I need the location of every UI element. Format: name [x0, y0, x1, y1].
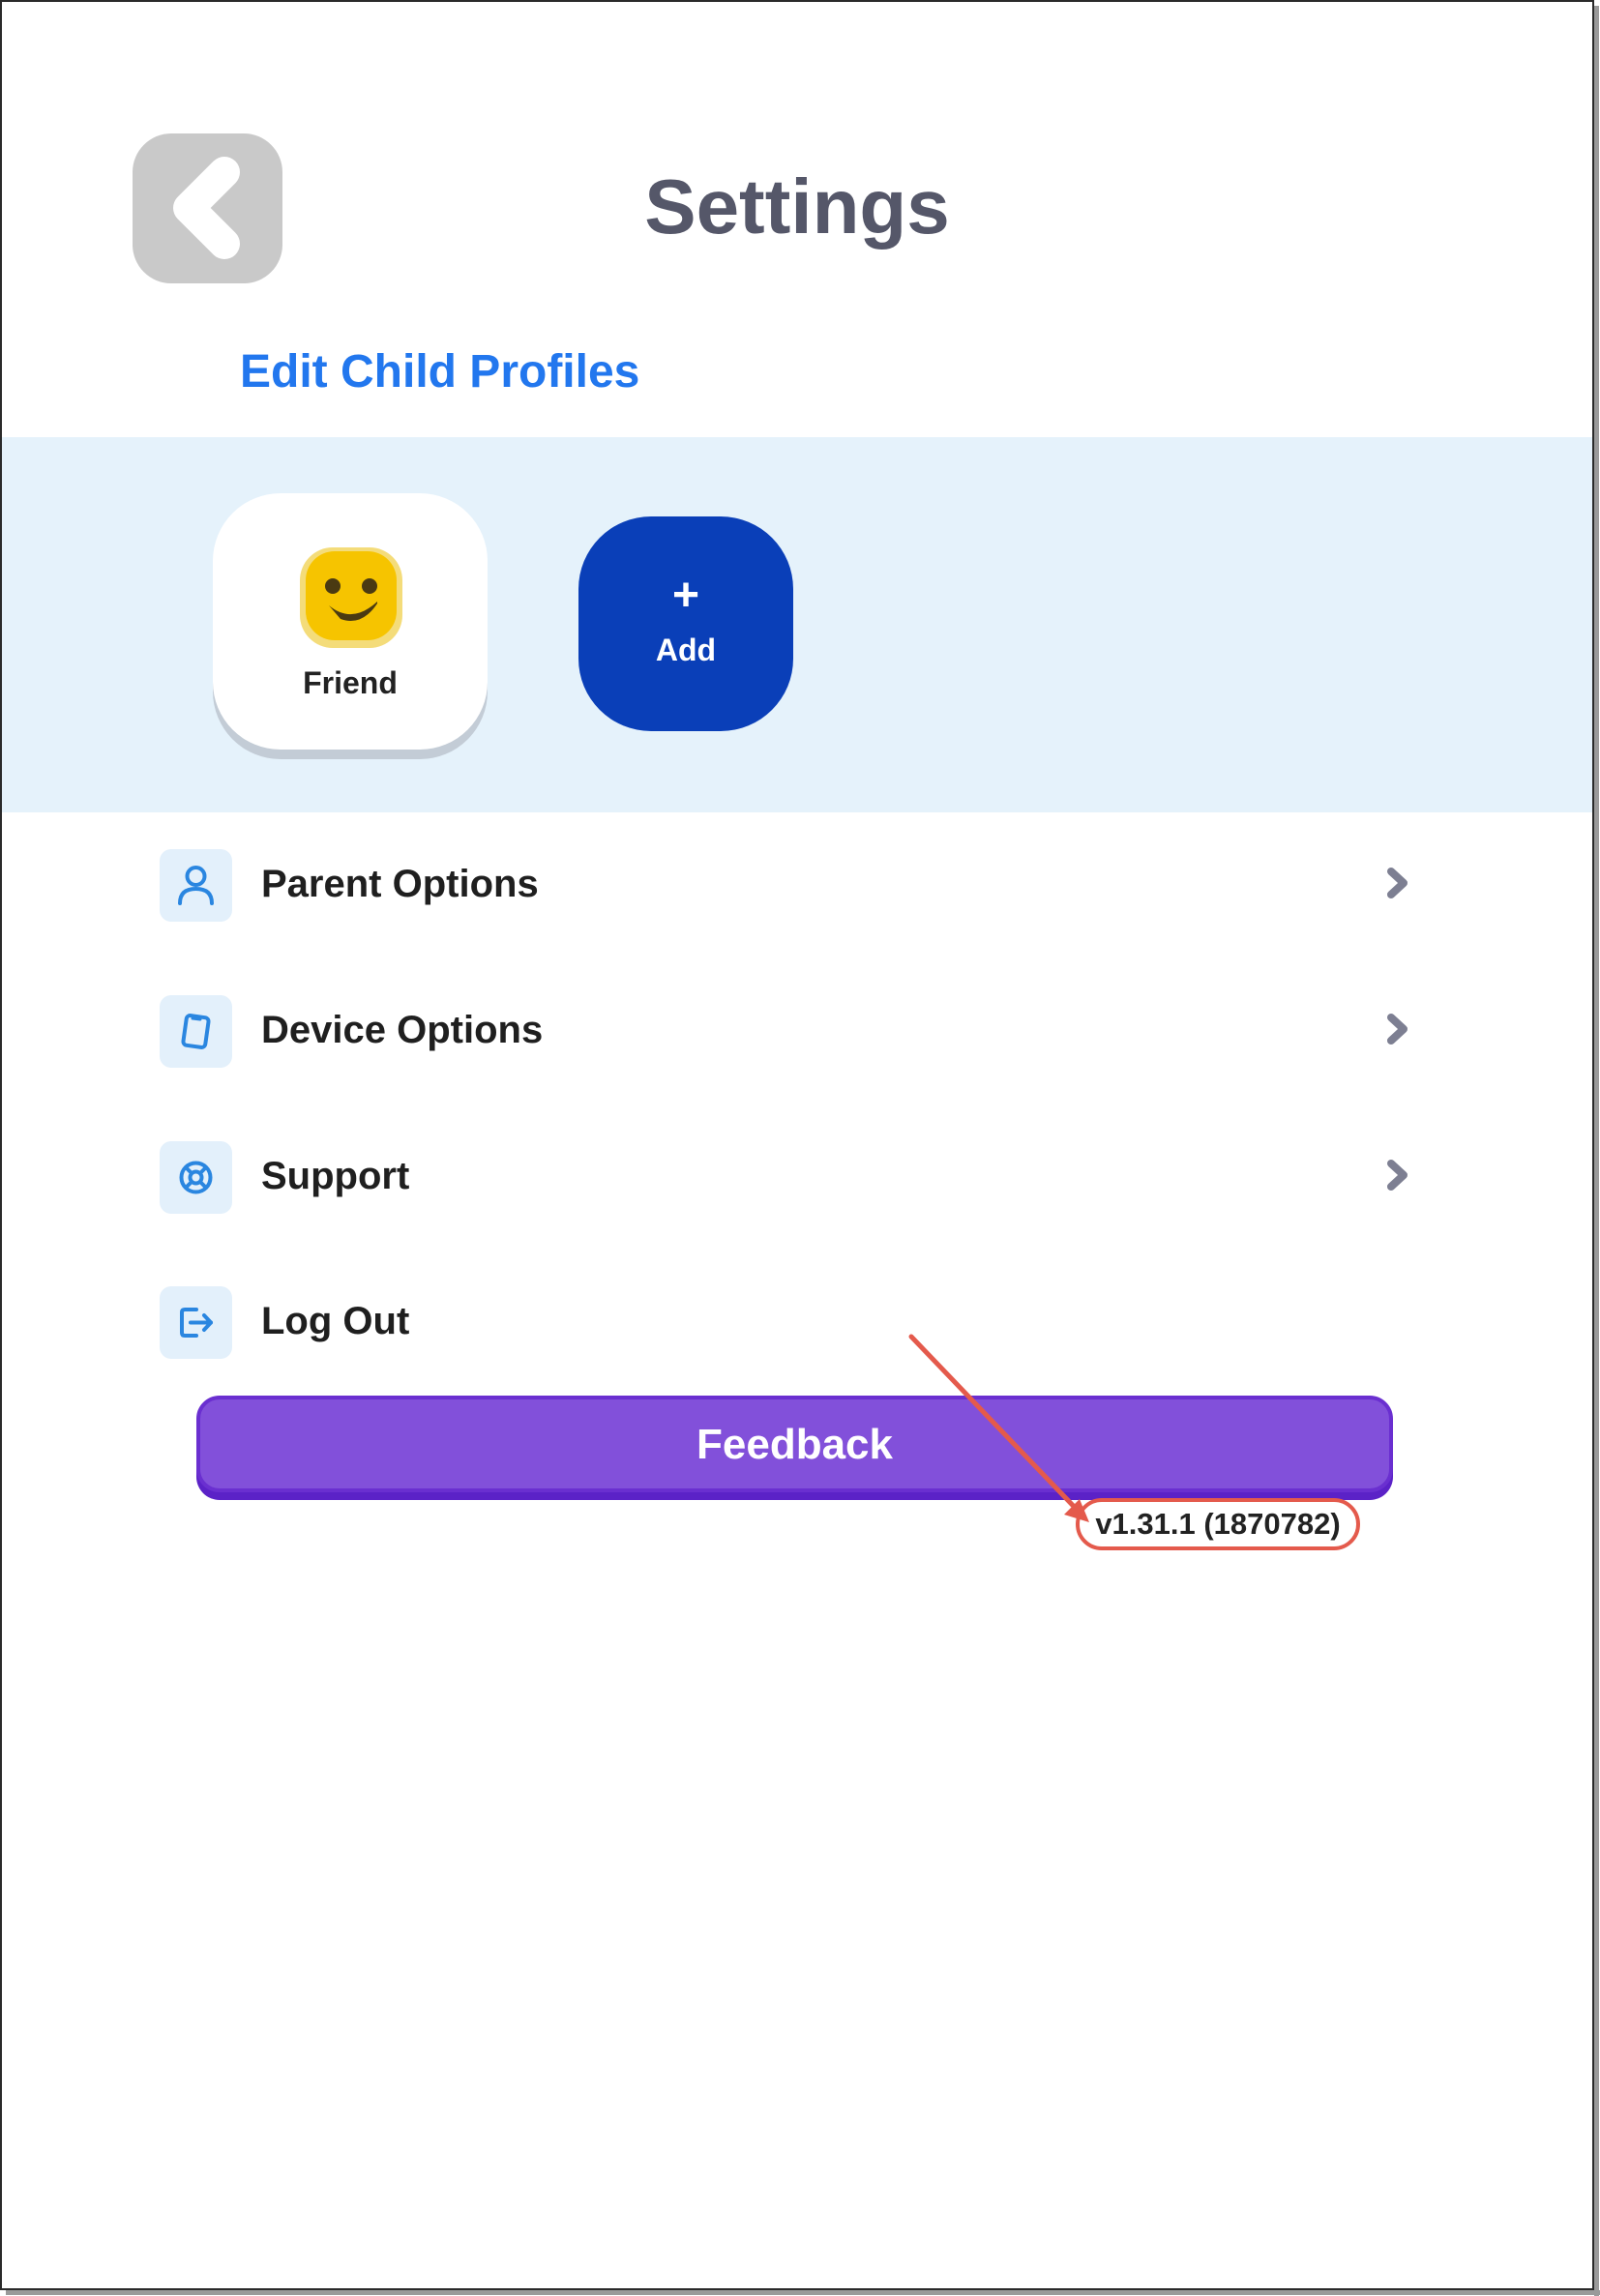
menu-item-support[interactable]: Support: [160, 1141, 1427, 1219]
lifebuoy-icon: [160, 1141, 232, 1214]
version-text: v1.31.1 (1870782): [1095, 1507, 1341, 1541]
logout-icon: [160, 1286, 232, 1359]
frame-shadow: [6, 2290, 1600, 2295]
menu-item-parent-options[interactable]: Parent Options: [160, 849, 1427, 927]
tablet-icon: [160, 995, 232, 1068]
menu-item-label: Support: [261, 1155, 410, 1197]
feedback-label: Feedback: [696, 1421, 893, 1468]
plus-icon: +: [671, 570, 700, 621]
smiley-avatar-icon: [300, 547, 402, 648]
edit-child-profiles-link[interactable]: Edit Child Profiles: [240, 345, 639, 398]
menu-item-label: Parent Options: [261, 863, 539, 905]
profile-name: Friend: [303, 665, 398, 700]
chevron-right-icon: [1387, 1160, 1407, 1191]
menu-item-label: Log Out: [261, 1300, 410, 1342]
menu-item-device-options[interactable]: Device Options: [160, 995, 1427, 1073]
menu-item-log-out[interactable]: Log Out: [160, 1286, 1427, 1364]
frame-shadow: [1594, 6, 1599, 2296]
feedback-button[interactable]: Feedback: [196, 1396, 1393, 1492]
add-label: Add: [655, 633, 717, 667]
profile-card-friend[interactable]: Friend: [213, 493, 488, 750]
menu-item-label: Device Options: [261, 1009, 544, 1051]
chevron-right-icon: [1387, 868, 1407, 898]
person-icon: [160, 849, 232, 922]
add-profile-button[interactable]: + Add: [578, 516, 793, 731]
chevron-right-icon: [1387, 1014, 1407, 1045]
version-label: v1.31.1 (1870782): [1076, 1498, 1360, 1550]
page-title: Settings: [644, 163, 950, 250]
